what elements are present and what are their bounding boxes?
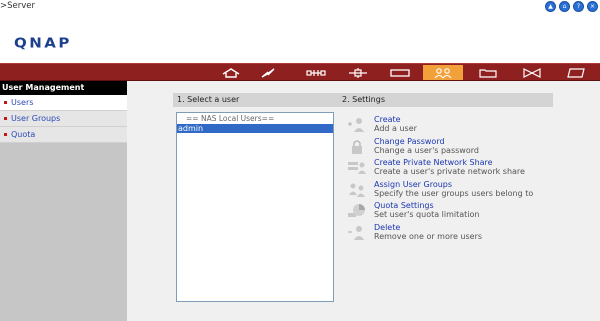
nav-users-button[interactable] [423, 65, 463, 80]
user-groups-icon [347, 181, 367, 199]
sidebar-title: User Management [0, 81, 127, 95]
nav-system-button[interactable] [248, 65, 288, 80]
nav-home-button[interactable] [211, 65, 251, 80]
help-icon[interactable]: ? [573, 1, 584, 12]
change-password-desc: Change a user's password [374, 145, 479, 155]
arrow-up-icon[interactable]: ▲ [545, 1, 556, 12]
lock-icon [347, 138, 367, 156]
qnap-logo: QNAP [14, 34, 72, 52]
nav-share-icon [479, 68, 497, 78]
nav-network-button[interactable] [296, 65, 336, 80]
nav-users-icon [434, 67, 452, 78]
top-header: >Server QNAP ▲ ⌂ ? × [0, 0, 600, 63]
assign-groups-desc: Specify the user groups users belong to [374, 188, 534, 198]
setting-assign-groups: Assign User Groups Specify the user grou… [343, 180, 533, 202]
nav-disk-button[interactable] [380, 65, 420, 80]
nav-log-icon [567, 67, 585, 78]
delete-link[interactable]: Delete [374, 223, 533, 232]
delete-desc: Remove one or more users [374, 231, 483, 241]
sidebar-item-user-groups[interactable]: User Groups [0, 111, 127, 127]
setting-create: Create Add a user [343, 115, 533, 137]
setting-private-share: Create Private Network Share Create a us… [343, 158, 533, 180]
settings-header: 2. Settings [339, 93, 553, 107]
nav-devices-icon [349, 67, 367, 78]
private-share-icon [347, 159, 367, 177]
top-icon-group: ▲ ⌂ ? × [545, 1, 598, 12]
nav-disk-icon [390, 68, 410, 77]
quota-pie-icon [347, 202, 367, 220]
nav-network-icon [306, 69, 326, 76]
private-share-desc: Create a user's private network share [374, 167, 525, 176]
nav-home-icon [222, 67, 240, 78]
setting-change-password: Change Password Change a user's password [343, 137, 533, 159]
nav-share-button[interactable] [468, 65, 508, 80]
nav-transfer-button[interactable] [512, 65, 552, 80]
quota-settings-desc: Set user's quota limitation [374, 210, 480, 219]
main-nav-bar [0, 63, 600, 81]
change-password-link[interactable]: Change Password [374, 137, 533, 146]
nav-system-icon [261, 67, 275, 78]
breadcrumb: >Server [0, 1, 35, 11]
assign-groups-link[interactable]: Assign User Groups [374, 180, 533, 189]
listbox-group-label: == NAS Local Users== [186, 114, 275, 123]
logout-icon[interactable]: × [587, 1, 598, 12]
setting-delete: Delete Remove one or more users [343, 223, 533, 245]
private-share-link[interactable]: Create Private Network Share [374, 158, 533, 167]
settings-list: Create Add a user Change Password Change… [343, 115, 533, 244]
nav-transfer-icon [523, 67, 541, 78]
sidebar-item-users[interactable]: Users [0, 95, 127, 111]
user-option-admin[interactable]: admin [177, 124, 333, 133]
sidebar-item-quota[interactable]: Quota [0, 127, 127, 143]
select-user-header: 1. Select a user [173, 93, 339, 107]
setting-quota: Quota Settings Set user's quota limitati… [343, 201, 533, 223]
quota-settings-link[interactable]: Quota Settings [374, 201, 533, 210]
create-desc: Add a user [374, 124, 417, 133]
nav-devices-button[interactable] [338, 65, 378, 80]
nav-log-button[interactable] [556, 65, 596, 80]
main-panel: 1. Select a user 2. Settings == NAS Loca… [127, 81, 600, 321]
user-listbox[interactable]: == NAS Local Users== admin [176, 112, 334, 302]
add-user-icon [347, 116, 367, 134]
home-icon[interactable]: ⌂ [559, 1, 570, 12]
sidebar: User Management Users User Groups Quota [0, 81, 127, 321]
delete-user-icon [347, 224, 367, 242]
create-link[interactable]: Create [374, 115, 533, 124]
